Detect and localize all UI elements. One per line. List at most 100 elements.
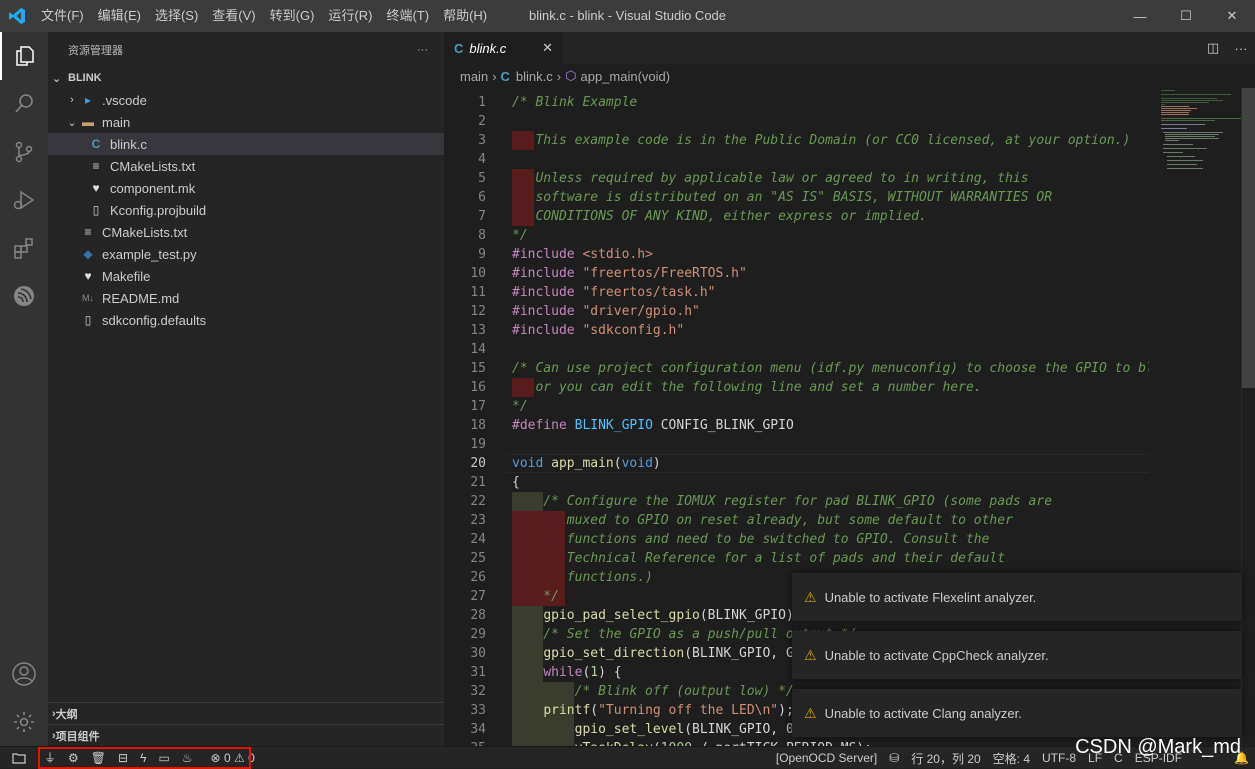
code-line[interactable]: vTaskDelay(1000 / portTICK_PERIOD_MS); (512, 739, 872, 746)
tree-item[interactable]: M↓ README.md (48, 287, 444, 309)
line-number: 25 (470, 551, 486, 566)
notification-toast[interactable]: ⚠ Unable to activate CppCheck analyzer. (792, 631, 1242, 679)
menu-item[interactable]: 转到(G) (263, 0, 322, 32)
activity-bar (0, 32, 48, 746)
scrollbar-thumb[interactable] (1242, 88, 1255, 388)
code-line[interactable]: #include "sdkconfig.h" (512, 321, 684, 340)
project-components-section[interactable]: › 项目组件 (48, 724, 444, 746)
code-line[interactable]: muxed to GPIO on reset already, but some… (512, 511, 1013, 530)
line-number: 35 (444, 739, 486, 746)
c-file-icon: C (91, 137, 101, 151)
tab-blink-c[interactable]: C blink.c ✕ (444, 32, 563, 64)
code-line[interactable]: #include "freertos/task.h" (512, 283, 716, 302)
menu-item[interactable]: 运行(R) (321, 0, 379, 32)
menu-item[interactable]: 编辑(E) (91, 0, 148, 32)
code-line[interactable]: #include <stdio.h> (512, 245, 653, 264)
code-line[interactable]: functions.) (512, 568, 653, 587)
line-number: 32 (470, 684, 486, 699)
minimize-button[interactable]: — (1117, 0, 1163, 32)
tree-item[interactable]: › ▸ .vscode (48, 89, 444, 111)
line-number: 21 (470, 475, 486, 490)
openocd-status[interactable]: [OpenOCD Server] (770, 747, 883, 769)
code-line[interactable]: gpio_pad_select_gpio(BLINK_GPIO); (512, 606, 801, 625)
tree-item[interactable]: ≡ CMakeLists.txt (48, 155, 444, 177)
close-button[interactable]: ✕ (1209, 0, 1255, 32)
code-line[interactable]: */ (512, 226, 528, 245)
notification-toast[interactable]: ⚠ Unable to activate Flexelint analyzer. (792, 573, 1242, 621)
tree-item[interactable]: ♥ component.mk (48, 177, 444, 199)
tree-item-label: README.md (102, 290, 180, 306)
split-editor-icon[interactable]: ◫ (1199, 40, 1227, 56)
chevron-down-icon: ⌄ (52, 72, 62, 85)
menu-item[interactable]: 终端(T) (379, 0, 436, 32)
code-line[interactable]: #define BLINK_GPIO CONFIG_BLINK_GPIO (512, 416, 794, 435)
line-number: 22 (470, 494, 486, 509)
code-line[interactable]: Unless required by applicable law or agr… (512, 169, 1028, 188)
line-number: 9 (478, 247, 486, 262)
account-icon[interactable] (0, 650, 48, 698)
tree-item[interactable]: ⌄ ▬ main (48, 111, 444, 133)
menu-item[interactable]: 选择(S) (148, 0, 205, 32)
remote-explorer-icon[interactable] (0, 747, 38, 769)
code-line[interactable]: /* Can use project configuration menu (i… (512, 359, 1149, 378)
breadcrumb-folder[interactable]: main (460, 69, 488, 84)
tree-item[interactable]: ▯ Kconfig.projbuild (48, 199, 444, 221)
tab-close-button[interactable]: ✕ (542, 40, 553, 56)
chevron-right-icon: › (556, 68, 562, 84)
tree-item[interactable]: Cblink.c (48, 133, 444, 155)
outline-section[interactable]: › 大纲 (48, 702, 444, 724)
code-line[interactable]: Technical Reference for a list of pads a… (512, 549, 1005, 568)
makefile-icon: ♥ (92, 181, 100, 195)
tree-item-label: Kconfig.projbuild (110, 202, 207, 218)
tree-item[interactable]: ♥ Makefile (48, 265, 444, 287)
more-actions-button[interactable]: ··· (417, 44, 428, 56)
tree-item-label: blink.c (110, 136, 147, 152)
code-line[interactable]: or you can edit the following line and s… (512, 378, 981, 397)
code-line[interactable]: /* Blink off (output low) */ (512, 682, 794, 701)
code-line[interactable]: #include "freertos/FreeRTOS.h" (512, 264, 747, 283)
project-components-label: 项目组件 (55, 730, 100, 743)
code-line[interactable]: while(1) { (512, 663, 621, 682)
code-line[interactable]: /* Configure the IOMUX register for pad … (512, 492, 1052, 511)
code-line[interactable]: This example code is in the Public Domai… (512, 131, 1130, 150)
code-line[interactable]: { (512, 473, 520, 492)
source-control-icon[interactable] (0, 128, 48, 176)
code-line[interactable]: CONDITIONS OF ANY KIND, either express o… (512, 207, 926, 226)
espressif-icon[interactable] (0, 272, 48, 320)
code-line[interactable]: software is distributed on an "AS IS" BA… (512, 188, 1052, 207)
extensions-icon[interactable] (0, 224, 48, 272)
notification-toast[interactable]: ⚠ Unable to activate Clang analyzer. (792, 689, 1242, 737)
notification-message: Unable to activate CppCheck analyzer. (824, 647, 1049, 663)
breadcrumb-symbol[interactable]: app_main(void) (580, 69, 670, 84)
tree-item[interactable]: ▯ sdkconfig.defaults (48, 309, 444, 331)
maximize-button[interactable]: ☐ (1163, 0, 1209, 32)
menu-item[interactable]: 查看(V) (205, 0, 262, 32)
search-icon[interactable] (0, 80, 48, 128)
code-line[interactable]: #include "driver/gpio.h" (512, 302, 700, 321)
menu-item[interactable]: 文件(F) (34, 0, 91, 32)
code-line[interactable]: /* Blink Example (512, 93, 637, 112)
indentation[interactable]: 空格: 4 (987, 747, 1036, 769)
code-line[interactable]: functions and need to be switched to GPI… (512, 530, 990, 549)
tree-item[interactable]: ≡ CMakeLists.txt (48, 221, 444, 243)
tree-item[interactable]: ◆ example_test.py (48, 243, 444, 265)
explorer-sidebar: 资源管理器 ··· ⌄ BLINK › ▸ .vscode ⌄ ▬ main Cblink.… (48, 32, 444, 746)
cursor-position[interactable]: 行 20，列 20 (905, 747, 986, 769)
code-line[interactable]: void app_main(void) (512, 454, 661, 473)
menu-item[interactable]: 帮助(H) (436, 0, 494, 32)
workspace-root[interactable]: ⌄ BLINK (48, 67, 444, 89)
explorer-title: 资源管理器 (68, 44, 123, 57)
run-debug-icon[interactable] (0, 176, 48, 224)
vscode-logo-icon (0, 0, 34, 32)
line-number: 4 (478, 152, 486, 167)
code-line[interactable]: gpio_set_level(BLINK_GPIO, 0); (512, 720, 810, 739)
explorer-icon[interactable] (0, 32, 48, 80)
code-line[interactable]: */ (512, 587, 559, 606)
code-line[interactable]: */ (512, 397, 528, 416)
breadcrumb-file[interactable]: blink.c (516, 69, 553, 84)
more-actions-icon[interactable]: ··· (1227, 41, 1255, 56)
code-line[interactable]: printf("Turning off the LED\n"); (512, 701, 793, 720)
editor-scrollbar[interactable] (1241, 88, 1255, 746)
manage-gear-icon[interactable] (0, 698, 48, 746)
database-icon[interactable]: ⛁ (883, 747, 905, 769)
